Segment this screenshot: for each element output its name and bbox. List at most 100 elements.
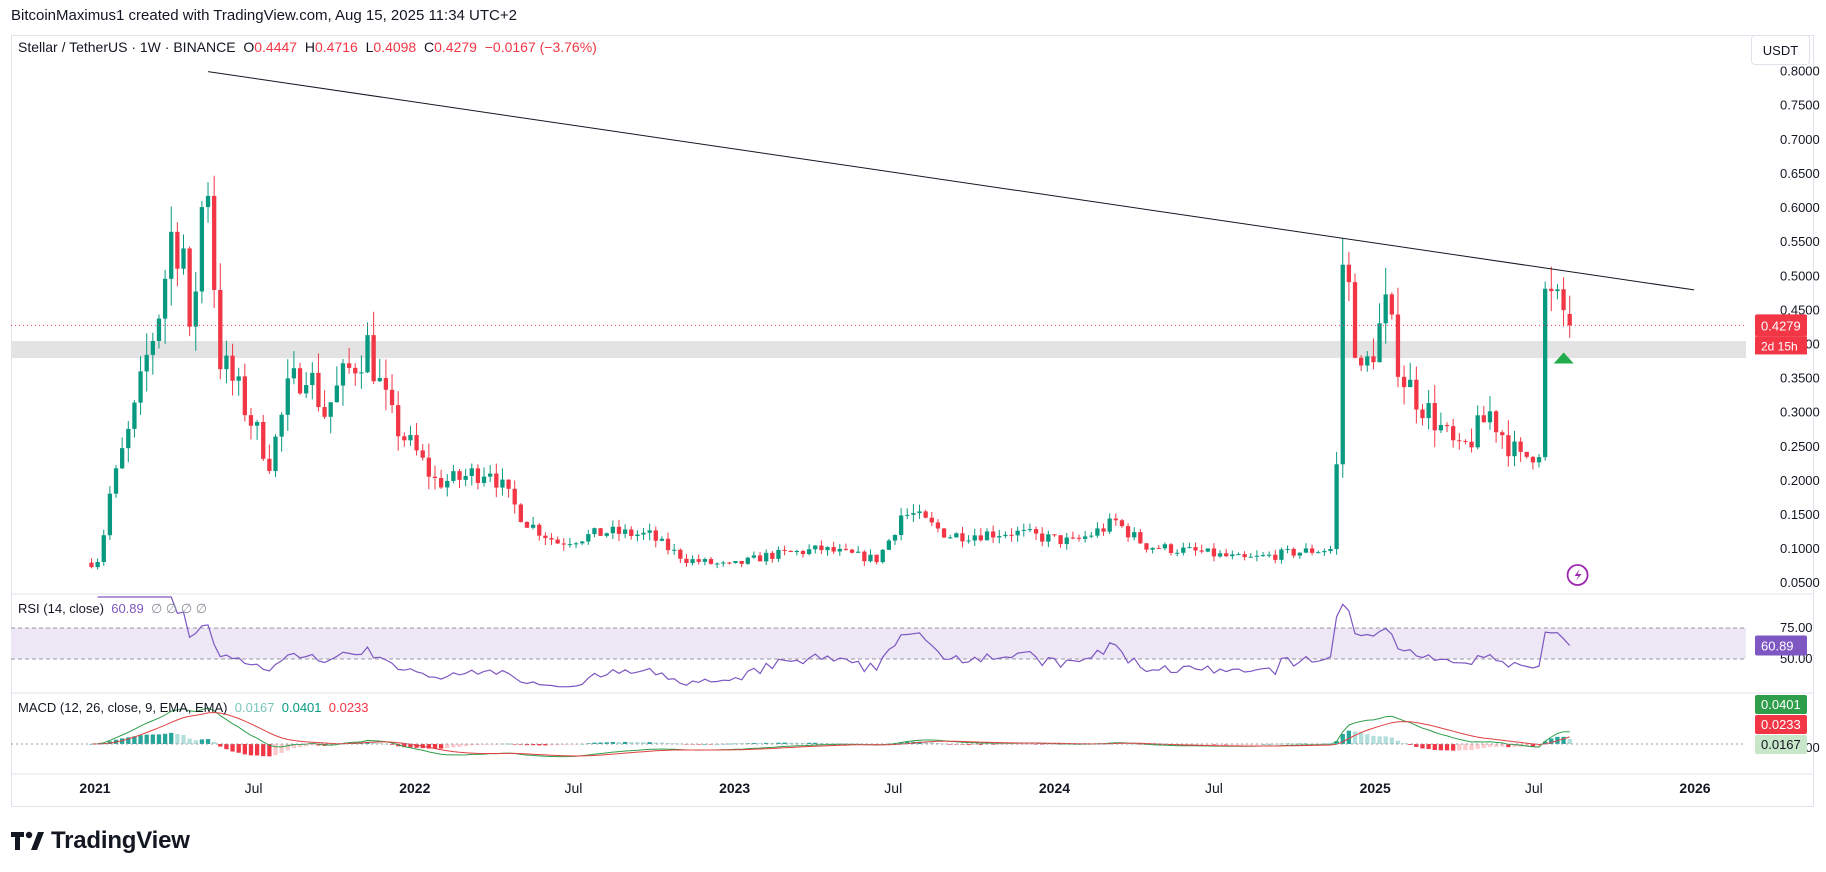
candle-body — [175, 231, 180, 269]
candle-body — [162, 278, 168, 319]
candle-body — [1536, 457, 1542, 463]
rsi-legend[interactable]: RSI (14, close) 60.89 ∅ ∅ ∅ ∅ — [18, 601, 207, 617]
candle-body — [1230, 554, 1235, 557]
candle-body — [432, 476, 438, 478]
y-tick-label: 0.5500 — [1780, 234, 1820, 249]
x-tick-label: Jul — [1525, 780, 1543, 796]
candle-body — [316, 372, 321, 408]
candle-body — [690, 559, 695, 563]
candle-body — [1432, 403, 1437, 431]
candle-body — [972, 535, 977, 541]
candle-body — [1267, 554, 1272, 556]
candle-body — [1279, 549, 1284, 560]
macd-histogram-bar — [169, 732, 174, 744]
support-zone — [11, 341, 1746, 359]
candle-body — [1113, 518, 1118, 521]
candle-body — [586, 534, 591, 542]
macd-signal-value: 0.0233 — [328, 700, 369, 715]
candle-body — [261, 422, 266, 459]
candle-body — [1285, 548, 1290, 550]
candle-body — [328, 402, 333, 417]
candle-body — [365, 335, 370, 373]
trendline — [207, 71, 1695, 291]
candle-body — [1046, 534, 1051, 542]
candle-body — [1156, 547, 1161, 549]
candle-body — [770, 552, 775, 559]
candle-body — [1346, 264, 1352, 283]
candle-body — [622, 529, 628, 534]
macd-legend[interactable]: MACD (12, 26, close, 9, EMA, EMA) 0.0167… — [18, 700, 369, 715]
currency-selector[interactable]: USDT — [1751, 35, 1810, 65]
candle-body — [156, 318, 162, 342]
x-tick-label: Jul — [564, 780, 582, 796]
candle-body — [475, 468, 481, 483]
candle-body — [1260, 555, 1266, 557]
candle-body — [371, 335, 376, 382]
open-label: O — [243, 39, 255, 55]
candle-body — [1340, 264, 1345, 465]
candle-body — [1187, 547, 1192, 549]
macd-label: MACD (12, 26, close, 9, EMA, EMA) — [18, 700, 228, 715]
macd-histogram-bar — [1389, 737, 1394, 744]
candle-body — [813, 545, 818, 550]
candle-body — [696, 559, 701, 562]
candle-body — [389, 389, 395, 406]
candle-body — [1359, 357, 1364, 366]
candle-body — [518, 504, 523, 522]
candle-body — [359, 372, 364, 374]
candle-body — [120, 448, 125, 469]
macd-histogram-bar — [1352, 731, 1358, 744]
macd-histogram-bar — [236, 744, 241, 753]
y-tick-label: 0.7500 — [1780, 98, 1820, 113]
symbol-name[interactable]: Stellar / TetherUS · 1W · BINANCE — [18, 39, 236, 55]
candle-body — [304, 385, 309, 394]
candle-body — [886, 540, 892, 550]
macd-histogram-bar — [1469, 744, 1474, 751]
candle-body — [1021, 529, 1026, 531]
candle-body — [1009, 534, 1014, 536]
macd-histogram-bar — [1438, 744, 1444, 751]
candle-body — [132, 402, 137, 429]
candle-body — [524, 521, 530, 528]
candle-body — [984, 531, 990, 541]
price-chart[interactable]: 0.0500 0.1000 0.1500 0.2000 0.2500 0.3000 0.35… — [0, 0, 1826, 872]
candle-body — [751, 555, 757, 558]
macd-histogram-bar — [156, 734, 162, 744]
candle-body — [420, 450, 425, 458]
candle-body — [960, 533, 965, 542]
candle-body — [819, 545, 824, 551]
candle-body — [457, 471, 462, 480]
candle-body — [580, 541, 585, 544]
macd-histogram-bar — [273, 744, 278, 756]
macd-histogram-bar — [193, 740, 198, 744]
candle-body — [776, 549, 781, 559]
candle-body — [1567, 313, 1572, 326]
macd-histogram-bar — [1365, 734, 1370, 744]
candle-body — [218, 289, 223, 370]
candle-body — [573, 543, 579, 545]
y-tick-label: 0.3000 — [1780, 405, 1820, 420]
candle-body — [1426, 403, 1431, 419]
brand[interactable]: TradingView — [11, 827, 190, 855]
macd-histogram-bar — [199, 739, 205, 744]
candle-body — [1518, 441, 1523, 452]
candle-body — [1119, 520, 1125, 527]
candle-body — [874, 554, 879, 563]
candle-body — [1082, 536, 1088, 539]
candle-body — [1052, 534, 1057, 536]
candle-body — [831, 547, 836, 552]
macd-histogram-bar — [230, 744, 235, 752]
macd-histogram-bar — [248, 744, 254, 756]
candle-body — [1040, 533, 1045, 542]
candle-body — [1211, 548, 1217, 557]
candle-body — [1273, 554, 1278, 560]
candle-body — [1095, 528, 1100, 536]
candle-body — [1297, 552, 1302, 556]
x-tick-label: 2026 — [1679, 780, 1710, 796]
macd-histogram-bar — [1395, 740, 1401, 744]
y-tick-label: 0.3500 — [1780, 371, 1820, 386]
candle-body — [1076, 537, 1082, 539]
y-tick-label: 0.1500 — [1780, 507, 1820, 522]
candle-body — [868, 554, 873, 562]
candle-body — [1389, 294, 1394, 315]
